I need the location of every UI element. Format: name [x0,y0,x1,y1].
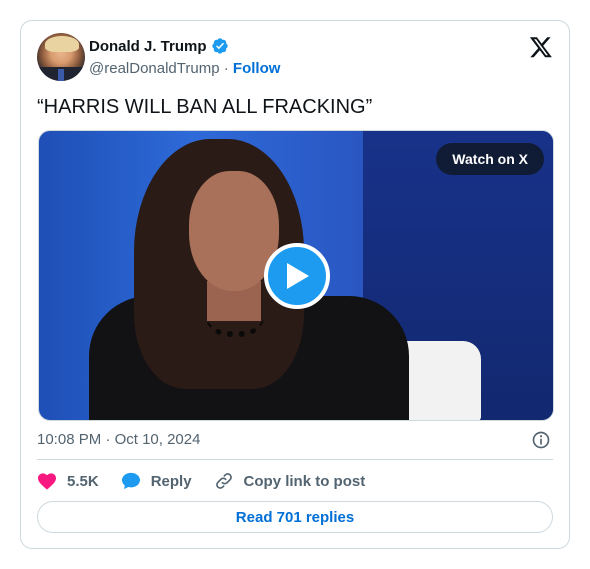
like-count: 5.5K [67,472,99,490]
x-logo-icon[interactable] [529,35,553,59]
info-icon[interactable] [531,430,551,450]
handle-separator: · [223,60,229,77]
tweet-card: Donald J. Trump @realDonaldTrump · Follo… [20,20,570,549]
play-button[interactable] [264,243,330,309]
author-handle-row: @realDonaldTrump · Follow [89,60,280,77]
tweet-text: “HARRIS WILL BAN ALL FRACKING” [37,96,373,118]
tweet-time: 10:08 PM [37,431,102,448]
author-name-row: Donald J. Trump [89,37,229,55]
link-icon [215,473,232,489]
video-player[interactable]: Watch on X [38,130,554,421]
avatar-hair [45,36,79,52]
avatar-tie [58,69,64,81]
like-button[interactable]: 5.5K [37,472,99,490]
watch-on-x-button[interactable]: Watch on X [436,143,544,175]
follow-button[interactable]: Follow [233,60,281,77]
read-replies-button[interactable]: Read 701 replies [37,501,553,533]
author-name[interactable]: Donald J. Trump [89,38,207,55]
tweet-header: Donald J. Trump @realDonaldTrump · Follo… [37,33,553,83]
play-icon [287,263,309,289]
timestamp-separator: · [105,431,115,448]
reply-label: Reply [150,472,192,490]
author-handle[interactable]: @realDonaldTrump [89,60,220,77]
divider [37,459,553,460]
action-bar: 5.5K Reply Copy link to post [37,469,387,493]
verified-badge-icon [211,38,228,54]
copy-link-button[interactable]: Copy link to post [214,471,366,491]
reply-bubble-icon [121,472,140,490]
reply-button[interactable]: Reply [121,472,192,490]
copy-link-label: Copy link to post [243,472,366,490]
tweet-timestamp[interactable]: 10:08 PM · Oct 10, 2024 [37,431,200,448]
avatar[interactable] [37,33,85,81]
tweet-date: Oct 10, 2024 [114,431,201,448]
heart-icon [38,473,56,490]
